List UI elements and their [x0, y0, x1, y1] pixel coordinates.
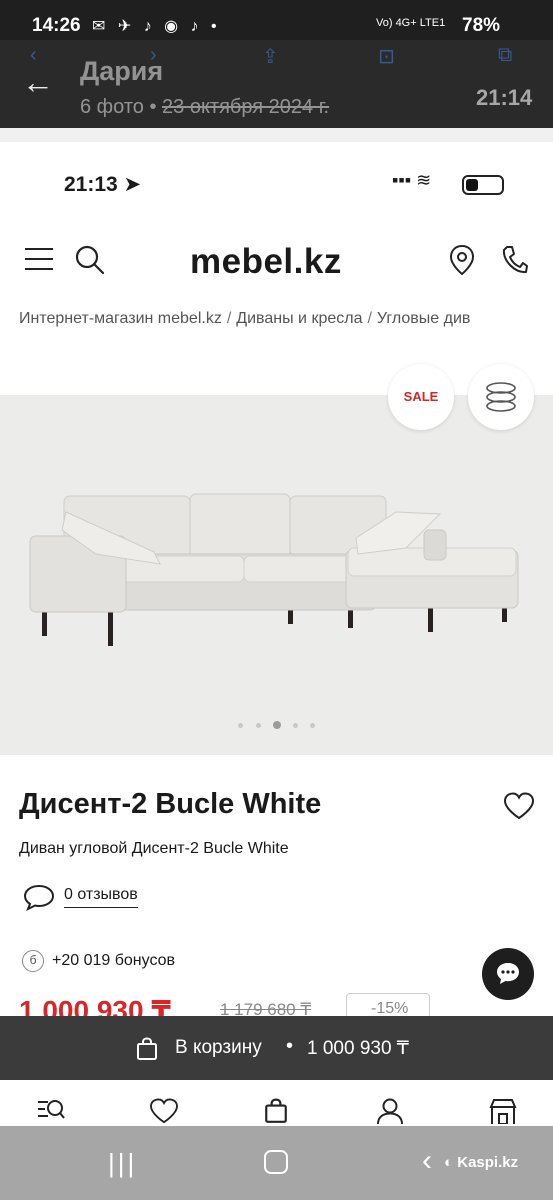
ios-clock: 21:13 ➤ [64, 173, 142, 196]
add-to-cart-button[interactable]: В корзину • 1 000 930 ₸ [0, 1016, 553, 1080]
android-nav-bar: ||| ‹ ◐ Kaspi.kz [0, 1126, 553, 1200]
photo-count: 6 фото [80, 96, 144, 118]
pagination-dot[interactable] [310, 723, 315, 728]
fabric-swatch-button[interactable] [468, 364, 534, 430]
gallery-header: ‹ › ⇪ ⊡ ⧉ ← Дария 6 фото • 23 октября 20… [0, 40, 553, 128]
site-header: mebel.kz [0, 232, 553, 292]
breadcrumb-item[interactable]: Диваны и кресла [236, 310, 362, 327]
site-logo[interactable]: mebel.kz [190, 242, 342, 282]
product-title: Дисент-2 Bucle White [19, 788, 322, 820]
chat-button[interactable] [482, 948, 534, 1000]
phone-icon[interactable] [500, 244, 528, 276]
bag-icon[interactable] [263, 1098, 289, 1124]
heart-icon[interactable] [149, 1098, 179, 1124]
catalog-search-icon[interactable] [36, 1098, 66, 1124]
fabric-layers-icon [486, 382, 516, 412]
pagination-dot-active[interactable] [273, 721, 281, 729]
android-status-bar: 14:26 ✉ ✈ ♪ ◉ ♪ • Vo) 4G+ LTE1 78% [0, 0, 553, 44]
user-icon[interactable] [376, 1098, 404, 1124]
location-pin-icon[interactable] [448, 244, 476, 276]
battery-icon [462, 175, 504, 195]
notification-icons: ✉ ✈ ♪ ◉ ♪ • [92, 18, 221, 35]
pagination-dot[interactable] [256, 723, 261, 728]
pagination-dot[interactable] [238, 723, 243, 728]
cart-separator: • [286, 1035, 294, 1057]
reviews-link[interactable]: 0 отзывов [64, 886, 138, 908]
gallery-date: 23 октября 2024 г. [162, 96, 330, 118]
bag-icon [137, 1037, 157, 1060]
android-clock: 14:26 [32, 15, 81, 36]
search-icon[interactable] [74, 244, 106, 276]
kaspi-watermark: ◐ Kaspi.kz [444, 1154, 519, 1171]
heart-icon[interactable] [503, 792, 535, 820]
cart-price: 1 000 930 ₸ [307, 1038, 409, 1059]
breadcrumb-item[interactable]: Интернет-магазин mebel.kz [19, 310, 222, 327]
tabs-icon: ⧉ [498, 44, 513, 66]
gallery-owner-name: Дария [80, 56, 164, 86]
ios-status-bar: 21:13 ➤ ▪▪▪ ≋ [0, 160, 553, 200]
book-icon: ⊡ [378, 46, 395, 68]
chat-icon [497, 963, 519, 984]
sale-badge: SALE [388, 364, 454, 430]
menu-icon[interactable] [25, 248, 53, 270]
store-icon[interactable] [488, 1098, 518, 1124]
share-icon: ⇪ [262, 46, 279, 68]
signal-wifi-icon: ▪▪▪ ≋ [392, 170, 432, 190]
network-indicator: Vo) 4G+ LTE1 [376, 17, 446, 29]
breadcrumb-item[interactable]: Угловые див [377, 310, 470, 327]
gallery-pagination [236, 720, 316, 732]
battery-level: 78% [462, 15, 501, 36]
pagination-dot[interactable] [293, 723, 298, 728]
breadcrumb: Интернет-магазин mebel.kz / Диваны и кресл… [19, 310, 471, 327]
bottom-nav [0, 1080, 553, 1126]
bonus-icon: б [22, 950, 44, 972]
product-photo [29, 493, 519, 646]
recents-icon[interactable]: ||| [108, 1148, 137, 1179]
gallery-time: 21:14 [476, 85, 533, 110]
bonus-text: +20 019 бонусов [52, 952, 176, 969]
divider [0, 128, 553, 142]
product-subtitle: Диван угловой Дисент-2 Bucle White [19, 840, 289, 857]
cart-label: В корзину [175, 1037, 262, 1058]
back-arrow-icon[interactable]: ← [22, 66, 54, 98]
gallery-meta: 6 фото • 23 октября 2024 г. [80, 96, 330, 118]
comment-icon [23, 884, 55, 911]
back-chevron-icon[interactable]: ‹ [422, 1144, 432, 1178]
home-icon[interactable] [264, 1150, 288, 1174]
